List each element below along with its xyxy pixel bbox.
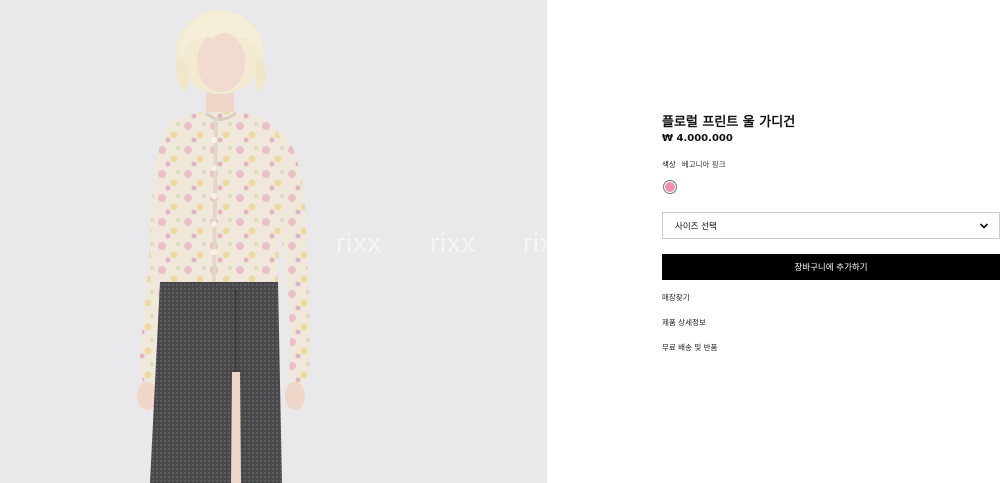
color-value: 베고니아 핑크 bbox=[681, 160, 726, 169]
watermark-text: rixx bbox=[430, 228, 476, 258]
color-row: 색상 베고니아 핑크 bbox=[662, 159, 726, 170]
product-price: ₩ 4.000.000 bbox=[662, 133, 733, 144]
chevron-down-icon bbox=[979, 223, 989, 229]
shipping-returns-link[interactable]: 무료 배송 및 반품 bbox=[662, 342, 717, 353]
product-details: 플로럴 프린트 울 가디건 ₩ 4.000.000 색상 베고니아 핑크 사이즈 … bbox=[662, 0, 1000, 483]
size-select[interactable]: 사이즈 선택 bbox=[662, 212, 1000, 239]
product-image: rixx rixx rixx bbox=[0, 0, 547, 483]
color-label: 색상 bbox=[662, 160, 676, 169]
watermark-text: rixx bbox=[336, 228, 382, 258]
color-swatch-button[interactable] bbox=[663, 180, 677, 194]
product-details-link[interactable]: 제품 상세정보 bbox=[662, 317, 706, 328]
product-title: 플로럴 프린트 울 가디건 bbox=[662, 115, 796, 130]
color-swatch-dot bbox=[665, 182, 675, 192]
size-select-label: 사이즈 선택 bbox=[675, 221, 717, 232]
add-to-cart-button[interactable]: 장바구니에 추가하기 bbox=[662, 254, 1000, 280]
store-finder-link[interactable]: 매장찾기 bbox=[662, 292, 690, 303]
watermark-text: rixx bbox=[523, 228, 547, 258]
